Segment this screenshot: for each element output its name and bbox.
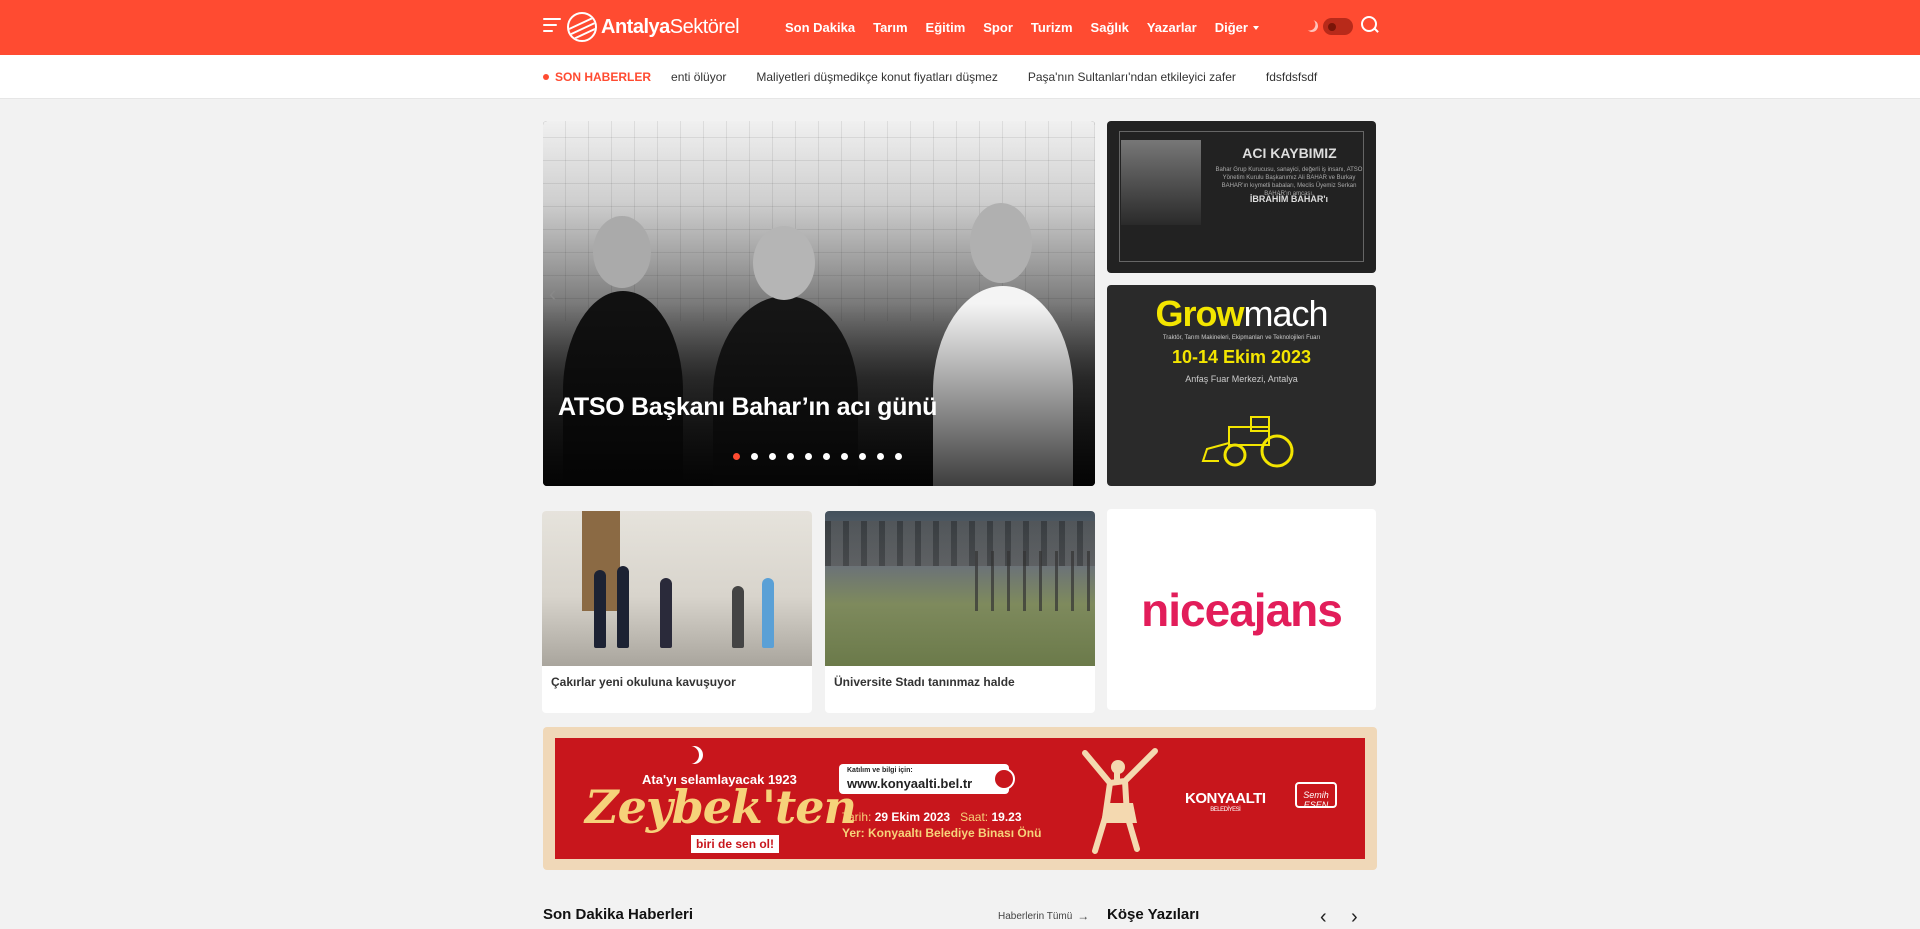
hamburger-menu-icon[interactable] xyxy=(543,18,561,34)
konyaalti-logo: KONYAALTI BELEDİYESİ xyxy=(1185,790,1266,813)
ticker-item[interactable]: Paşa'nın Sultanları'ndan etkileyici zafe… xyxy=(1028,70,1236,84)
news-card-title[interactable]: Çakırlar yeni okuluna kavuşuyor xyxy=(542,666,812,698)
logo-mark-icon xyxy=(567,12,597,42)
moon-icon xyxy=(1304,18,1320,34)
nav-turizm[interactable]: Turizm xyxy=(1031,20,1073,35)
news-card[interactable]: Üniversite Stadı tanınmaz halde xyxy=(825,511,1095,713)
growmach-subtitle: Traktör, Tarım Makineleri, Ekipmanları v… xyxy=(1162,335,1321,341)
growmach-location: Anfaş Fuar Merkezi, Antalya xyxy=(1185,374,1298,384)
niceajans-ad-banner[interactable]: niceajans xyxy=(1107,509,1376,710)
mayor-signature: Semih ESEN xyxy=(1295,782,1337,810)
slider-dot[interactable] xyxy=(733,453,740,460)
zeybek-dancer-icon xyxy=(1082,748,1158,854)
condolence-title: ACI KAYBIMIZ xyxy=(1242,145,1337,161)
hero-slider[interactable]: ‹ ATSO Başkanı Bahar’ın acı günü xyxy=(543,121,1095,486)
news-card[interactable]: Çakırlar yeni okuluna kavuşuyor xyxy=(542,511,812,713)
news-card-image xyxy=(825,511,1095,666)
slider-prev-arrow-icon[interactable]: ‹ xyxy=(549,281,556,307)
logo-text-light: Sektörel xyxy=(669,15,740,38)
live-dot-icon xyxy=(543,74,549,80)
banner-url-box[interactable]: Katılım ve bilgi için: www.konyaalti.bel… xyxy=(839,764,1015,794)
konyaalti-ad-banner[interactable]: Ata'yı selamlayacak 1923 Zeybek'ten biri… xyxy=(543,727,1377,870)
growmach-logo: Growmach xyxy=(1155,293,1328,334)
news-card-image xyxy=(542,511,812,666)
site-header: AntalyaSektörel Son Dakika Tarım Eğitim … xyxy=(0,0,1920,55)
nav-son-dakika[interactable]: Son Dakika xyxy=(785,20,855,35)
slider-dot[interactable] xyxy=(751,453,758,460)
columns-next-icon[interactable]: › xyxy=(1351,906,1358,929)
dark-mode-toggle[interactable] xyxy=(1323,18,1353,35)
ticker-label: SON HABERLER xyxy=(543,70,651,84)
slider-dot[interactable] xyxy=(805,453,812,460)
ticker-item[interactable]: fdsfdsfsdf xyxy=(1266,70,1317,84)
slider-dot[interactable] xyxy=(877,453,884,460)
growmach-ad-banner[interactable]: Growmach Traktör, Tarım Makineleri, Ekip… xyxy=(1107,285,1376,486)
ticker-item[interactable]: enti ölüyor xyxy=(671,70,726,84)
all-news-link[interactable]: Haberlerin Tümü xyxy=(998,909,1089,923)
ticker-item[interactable]: Maliyetleri düşmedikçe konut fiyatları d… xyxy=(756,70,997,84)
news-card-title[interactable]: Üniversite Stadı tanınmaz halde xyxy=(825,666,1095,698)
portrait-photo xyxy=(1121,140,1201,225)
nav-diger-dropdown[interactable]: Diğer xyxy=(1215,20,1259,35)
tractor-illustration-icon xyxy=(1201,416,1294,468)
nav-egitim[interactable]: Eğitim xyxy=(926,20,966,35)
crescent-star-icon xyxy=(685,746,703,764)
slider-dot[interactable] xyxy=(769,453,776,460)
banner-url[interactable]: www.konyaalti.bel.tr xyxy=(847,776,972,791)
niceajans-logo: niceajans xyxy=(1141,583,1343,636)
latest-news-heading: Son Dakika Haberleri xyxy=(543,906,694,923)
nav-spor[interactable]: Spor xyxy=(983,20,1013,35)
slider-dot[interactable] xyxy=(895,453,902,460)
search-icon[interactable] xyxy=(1361,16,1379,34)
banner-datetime: Tarih: 29 Ekim 2023 Saat: 19.23 xyxy=(842,810,1022,824)
site-logo[interactable]: AntalyaSektörel xyxy=(567,12,740,42)
globe-icon xyxy=(993,768,1015,790)
banner-tagline: biri de sen ol! xyxy=(691,835,780,853)
main-nav: Son Dakika Tarım Eğitim Spor Turizm Sağl… xyxy=(785,0,1277,55)
slider-dot[interactable] xyxy=(823,453,830,460)
logo-text-bold: Antalya xyxy=(601,15,670,38)
banner-headline: Zeybek'ten xyxy=(585,780,857,834)
news-ticker: SON HABERLER enti ölüyor Maliyetleri düş… xyxy=(0,55,1920,99)
slider-dots xyxy=(733,453,913,460)
nav-yazarlar[interactable]: Yazarlar xyxy=(1147,20,1197,35)
hero-headline[interactable]: ATSO Başkanı Bahar’ın acı günü xyxy=(558,393,937,422)
nav-saglik[interactable]: Sağlık xyxy=(1091,20,1129,35)
condolence-name: İBRAHİM BAHAR'ı xyxy=(1249,194,1329,204)
columns-prev-icon[interactable]: ‹ xyxy=(1320,906,1327,929)
condolence-ad-banner[interactable]: ACI KAYBIMIZ Bahar Grup Kurucusu, sanayi… xyxy=(1107,121,1376,273)
nav-tarim[interactable]: Tarım xyxy=(873,20,907,35)
slider-dot[interactable] xyxy=(841,453,848,460)
growmach-date: 10-14 Ekim 2023 xyxy=(1171,347,1312,367)
slider-dot[interactable] xyxy=(859,453,866,460)
columns-heading: Köşe Yazıları xyxy=(1107,906,1200,923)
slider-dot[interactable] xyxy=(787,453,794,460)
banner-place: Yer: Konyaaltı Belediye Binası Önü xyxy=(842,826,1042,840)
